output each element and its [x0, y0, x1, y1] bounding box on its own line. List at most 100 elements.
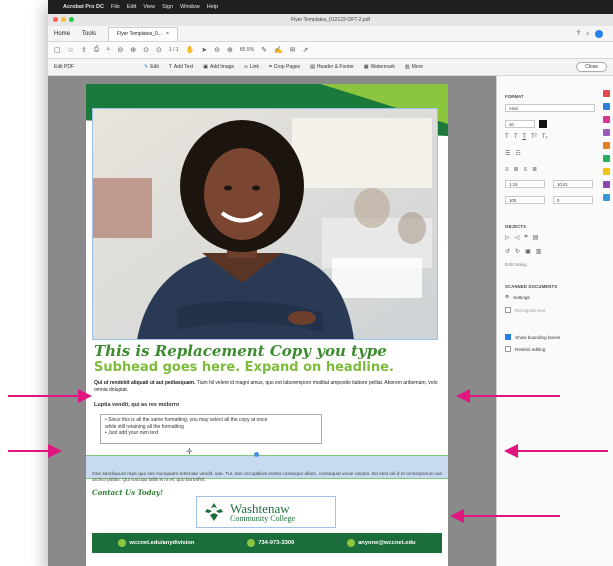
footer-phone[interactable]: 734-973-3300: [247, 539, 294, 547]
tab-close-icon[interactable]: ×: [166, 31, 169, 37]
link-tool[interactable]: ∞ Link: [244, 64, 259, 70]
mail-icon[interactable]: ✉: [290, 46, 296, 54]
horizontal-scale-dropdown[interactable]: 100: [505, 196, 545, 204]
menu-help[interactable]: Help: [207, 4, 218, 10]
zoom-window-icon[interactable]: [69, 17, 74, 22]
comment-icon[interactable]: ✎: [261, 46, 267, 54]
protect-icon[interactable]: [602, 168, 610, 175]
help-icon[interactable]: ?: [577, 31, 580, 37]
edit-using-button[interactable]: Edit Using...: [505, 262, 530, 267]
edit-pdf-icon[interactable]: [602, 116, 610, 123]
tab-tools[interactable]: Tools: [76, 31, 102, 37]
italic-icon[interactable]: T: [514, 134, 518, 140]
font-color-swatch[interactable]: [539, 120, 547, 128]
flyer-subhead[interactable]: Subhead goes here. Expand on headline.: [94, 360, 394, 375]
superscript-icon[interactable]: T²: [531, 134, 537, 140]
fill-sign-icon[interactable]: [602, 181, 610, 188]
more-tool[interactable]: ▥ More: [405, 64, 423, 70]
flip-icon[interactable]: ▷: [505, 234, 510, 241]
align-right-icon[interactable]: ≡: [524, 167, 528, 173]
align-left-icon[interactable]: ≡: [505, 167, 509, 173]
rotate-handle[interactable]: [254, 452, 259, 457]
underline-icon[interactable]: T: [522, 134, 526, 140]
font-size-dropdown[interactable]: 10: [505, 120, 535, 128]
minimize-window-icon[interactable]: [61, 17, 66, 22]
contact-heading[interactable]: Contact Us Today!: [92, 488, 163, 497]
close-button[interactable]: Close: [576, 62, 607, 72]
bookmark-icon[interactable]: ☆: [68, 46, 74, 54]
comment-tool-icon[interactable]: [602, 129, 610, 136]
create-icon[interactable]: ▢: [54, 46, 61, 54]
rotate-left-icon[interactable]: ↺: [505, 248, 510, 255]
prev-page-icon[interactable]: ⊖: [117, 46, 123, 54]
flyer-photo[interactable]: [92, 108, 438, 340]
page-down-icon[interactable]: ⊙: [156, 46, 162, 54]
flyer-body-paragraph[interactable]: Qui ut rendebit aliquati ut aut pediasqu…: [94, 380, 439, 393]
replace-image-icon[interactable]: ▣: [525, 248, 531, 255]
select-tool-icon[interactable]: ➤: [201, 46, 207, 54]
header-footer-tool[interactable]: ▤ Header & Footer: [310, 64, 354, 70]
document-canvas[interactable]: This is Replacement Copy you type Subhea…: [48, 76, 496, 566]
settings-button[interactable]: ⚙ Settings: [505, 294, 530, 300]
more-tools-icon[interactable]: [602, 194, 610, 201]
add-image-tool[interactable]: ▣ Add Image: [203, 64, 234, 70]
flyer-bullet-box[interactable]: • Since this is all the same formatting,…: [100, 414, 322, 444]
zoom-out-icon[interactable]: ⊖: [214, 46, 220, 54]
export-pdf-icon[interactable]: [602, 90, 610, 97]
tab-home[interactable]: Home: [48, 31, 76, 37]
subscript-icon[interactable]: T₂: [542, 134, 548, 140]
share-icon[interactable]: ⇗: [303, 46, 309, 54]
menu-sign[interactable]: Sign: [162, 4, 173, 10]
menu-file[interactable]: File: [111, 4, 120, 10]
align-center-icon[interactable]: ≣: [514, 166, 519, 173]
crop-object-icon[interactable]: ⌗: [524, 234, 527, 241]
hand-tool-icon[interactable]: ✋: [186, 46, 195, 54]
zoom-level[interactable]: 85.5%: [240, 47, 254, 53]
create-pdf-icon[interactable]: [602, 103, 610, 110]
line-spacing-dropdown[interactable]: 1.15: [505, 180, 545, 188]
flyer-body-selected[interactable]: One sendiquunt repe quo inis micrquiam r…: [92, 472, 442, 484]
show-bounding-boxes-checkbox[interactable]: Show bounding boxes: [505, 334, 560, 340]
sign-icon[interactable]: ✍: [274, 46, 283, 54]
tab-document[interactable]: Flyer Templates_0... ×: [108, 26, 178, 41]
justify-icon[interactable]: ≣: [532, 166, 537, 173]
watermark-tool[interactable]: ▦ Watermark: [364, 64, 395, 70]
rotate-right-icon[interactable]: ↻: [515, 248, 520, 255]
search-icon[interactable]: ⌕: [106, 46, 110, 54]
arrange-icon[interactable]: ▤: [533, 234, 539, 241]
character-spacing-dropdown[interactable]: 0: [553, 196, 593, 204]
upload-icon[interactable]: ⇪: [81, 46, 87, 54]
menu-window[interactable]: Window: [180, 4, 200, 10]
college-logo[interactable]: Washtenaw Community College: [196, 496, 336, 528]
page-number[interactable]: 1 / 1: [169, 47, 179, 53]
recognize-text-checkbox[interactable]: Recognize text: [505, 307, 545, 313]
edit-tool[interactable]: ✎ Edit: [144, 64, 159, 70]
flyer-secondary-heading[interactable]: Luptia vendit, qui as res molorro: [94, 402, 179, 408]
scan-ocr-icon[interactable]: [602, 155, 610, 162]
menu-view[interactable]: View: [143, 4, 155, 10]
bell-icon[interactable]: ♪: [586, 31, 589, 37]
page-up-icon[interactable]: ⊙: [143, 46, 149, 54]
avatar[interactable]: [595, 29, 603, 38]
align-objects-icon[interactable]: ▥: [536, 248, 542, 255]
restrict-editing-checkbox[interactable]: Restrict editing: [505, 346, 545, 352]
footer-email[interactable]: anyone@wccnet.edu: [347, 539, 416, 547]
font-family-dropdown[interactable]: Arial: [505, 104, 595, 112]
crop-pages-tool[interactable]: ⌗ Crop Pages: [269, 64, 300, 70]
next-page-icon[interactable]: ⊕: [130, 46, 136, 54]
text-style-icon[interactable]: T: [505, 134, 509, 140]
organize-pages-icon[interactable]: [602, 142, 610, 149]
zoom-in-icon[interactable]: ⊕: [227, 46, 233, 54]
paragraph-spacing-dropdown[interactable]: 10.01: [553, 180, 593, 188]
bullet-list-icon[interactable]: ☰: [505, 150, 510, 157]
menu-edit[interactable]: Edit: [127, 4, 136, 10]
add-text-tool[interactable]: T Add Text: [169, 64, 193, 70]
footer-website[interactable]: wccnet.edu/anydivision: [118, 539, 194, 547]
print-icon[interactable]: ⎙: [94, 46, 100, 54]
close-window-icon[interactable]: [53, 17, 58, 22]
numbered-list-icon[interactable]: ☷: [515, 150, 520, 157]
flip-vertical-icon[interactable]: ◁: [515, 234, 520, 241]
app-menu[interactable]: Acrobat Pro DC: [63, 4, 104, 10]
flyer-page[interactable]: This is Replacement Copy you type Subhea…: [86, 84, 448, 566]
flyer-headline[interactable]: This is Replacement Copy you type: [94, 342, 387, 360]
